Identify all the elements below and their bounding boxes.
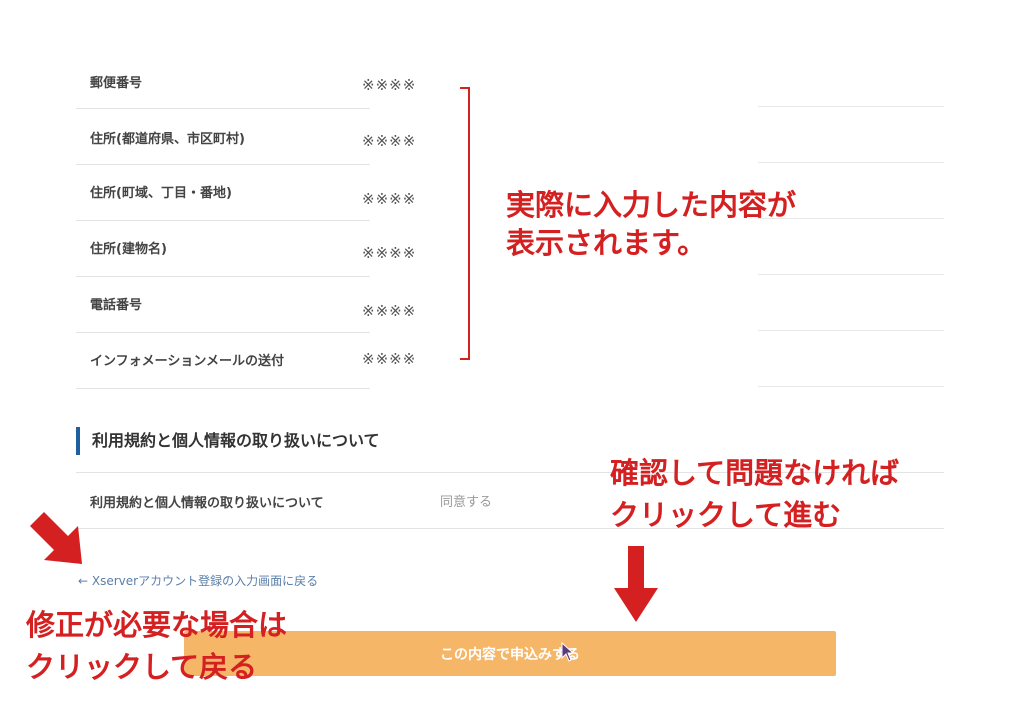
- field-label: 住所(都道府県、市区町村): [90, 132, 245, 147]
- field-row-address-building: 住所(建物名): [76, 220, 370, 277]
- annotation-confirm-note: 確認して問題なければ クリックして進む: [610, 452, 899, 536]
- mouse-cursor-icon: [561, 642, 575, 662]
- annotation-values-note: 実際に入力した内容が 表示されます。: [506, 186, 796, 262]
- field-value: ※※※※: [362, 76, 417, 94]
- field-label: 郵便番号: [90, 76, 143, 91]
- section-heading-terms: 利用規約と個人情報の取り扱いについて: [76, 427, 380, 455]
- terms-row-label: 利用規約と個人情報の取り扱いについて: [90, 496, 324, 511]
- field-row-info-mail: インフォメーションメールの送付: [76, 332, 370, 389]
- terms-row-value: 同意する: [440, 495, 493, 510]
- arrow-down-icon: [614, 546, 658, 622]
- divider: [758, 274, 944, 275]
- arrow-down-right-icon: [30, 512, 82, 564]
- field-label: 電話番号: [90, 298, 143, 313]
- field-label: 住所(建物名): [90, 242, 167, 257]
- field-value: ※※※※: [362, 132, 417, 150]
- annotation-back-note: 修正が必要な場合は クリックして戻る: [26, 604, 287, 688]
- back-to-input-link[interactable]: ← Xserverアカウント登録の入力画面に戻る: [78, 572, 318, 589]
- field-label: 住所(町域、丁目・番地): [90, 186, 232, 201]
- annotation-line: 実際に入力した内容が: [506, 188, 797, 222]
- divider: [758, 162, 944, 163]
- divider: [758, 330, 944, 331]
- field-label: インフォメーションメールの送付: [90, 354, 284, 369]
- field-row-address-street: 住所(町域、丁目・番地): [76, 164, 370, 221]
- annotation-line: 表示されます。: [506, 226, 707, 260]
- field-value: ※※※※: [362, 302, 417, 320]
- annotation-bracket: [460, 87, 470, 360]
- divider: [758, 106, 944, 107]
- annotation-line: 確認して問題なければ: [610, 456, 900, 490]
- annotation-line: 修正が必要な場合は: [26, 608, 288, 642]
- field-row-address-prefecture: 住所(都道府県、市区町村): [76, 108, 370, 165]
- field-value: ※※※※: [362, 350, 417, 368]
- divider: [758, 386, 944, 387]
- annotation-line: クリックして戻る: [26, 650, 258, 684]
- field-value: ※※※※: [362, 244, 417, 262]
- annotation-line: クリックして進む: [610, 498, 842, 532]
- field-row-postal-code: 郵便番号: [76, 52, 370, 109]
- field-row-phone: 電話番号: [76, 276, 370, 333]
- field-value: ※※※※: [362, 190, 417, 208]
